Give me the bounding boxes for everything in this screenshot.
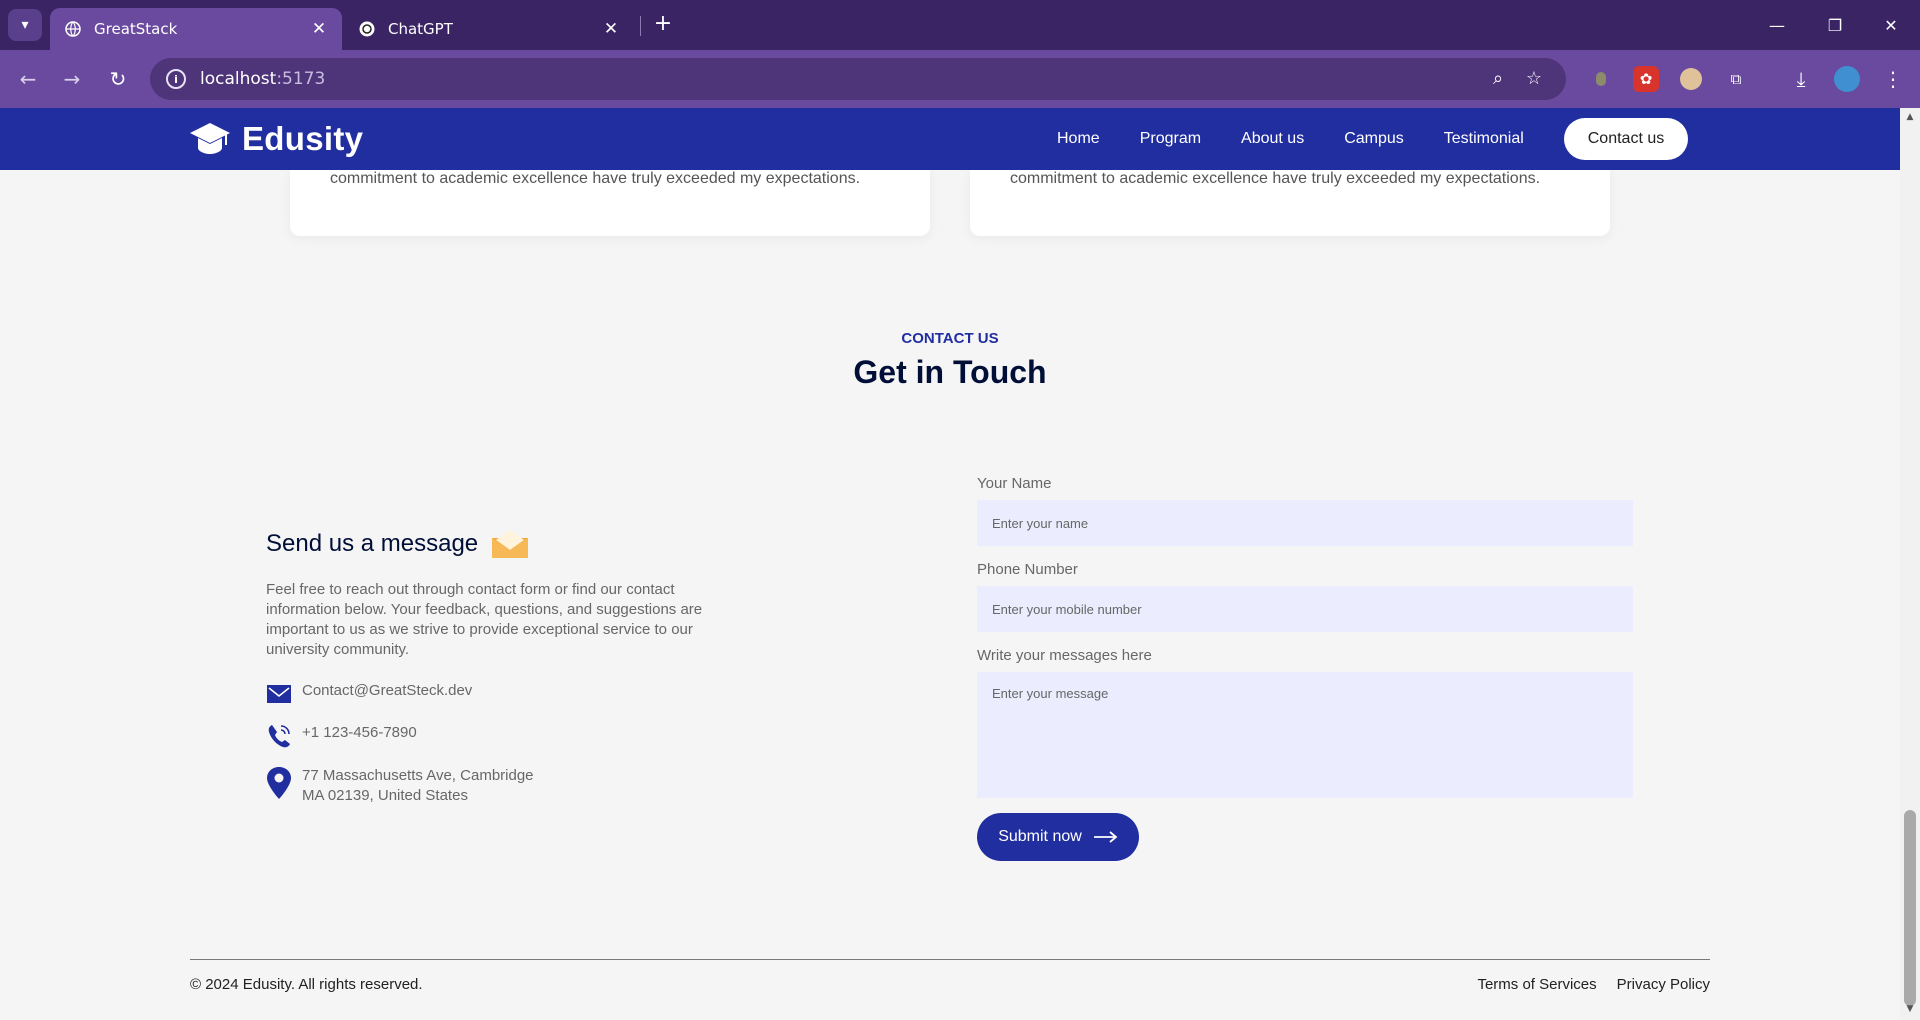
address-line-1: 77 Massachusetts Ave, Cambridge bbox=[302, 767, 534, 784]
tab-divider bbox=[640, 16, 641, 36]
arrow-right-icon bbox=[1093, 831, 1118, 843]
message-textarea[interactable] bbox=[977, 672, 1633, 798]
copyright-text: © 2024 Edusity. All rights reserved. bbox=[190, 976, 423, 993]
phone-input[interactable] bbox=[977, 586, 1633, 632]
extension-red-icon[interactable]: ✿ bbox=[1633, 66, 1659, 92]
contact-email: Contact@GreatSteck.dev bbox=[302, 682, 473, 699]
footer-divider bbox=[190, 959, 1710, 960]
forward-icon[interactable]: → bbox=[58, 65, 86, 93]
site-info-icon[interactable]: i bbox=[166, 69, 186, 89]
back-icon[interactable]: ← bbox=[14, 65, 42, 93]
name-input[interactable] bbox=[977, 500, 1633, 546]
address-line-2: MA 02139, United States bbox=[302, 787, 468, 804]
chatgpt-icon bbox=[358, 20, 376, 38]
page-viewport: commitment to academic excellence have t… bbox=[0, 108, 1900, 1020]
testimonial-text: commitment to academic excellence have t… bbox=[330, 170, 861, 187]
graduation-cap-icon bbox=[190, 123, 230, 154]
privacy-link[interactable]: Privacy Policy bbox=[1617, 976, 1710, 993]
message-label: Write your messages here bbox=[977, 647, 1152, 664]
footer-links: Terms of Services Privacy Policy bbox=[1457, 976, 1710, 993]
logo-text: Edusity bbox=[242, 120, 364, 157]
location-pin-icon bbox=[267, 767, 291, 799]
browser-toolbar: ← → ↻ i localhost:5173 ⌕ ☆ bbox=[0, 50, 1920, 108]
url-port: :5173 bbox=[276, 69, 326, 89]
nav-links: Home Program About us Campus Testimonial bbox=[1017, 108, 1524, 170]
testimonial-text: commitment to academic excellence have t… bbox=[1010, 170, 1541, 187]
address-bar[interactable]: i localhost:5173 ⌕ ☆ bbox=[150, 58, 1566, 100]
tab-greatstack[interactable]: GreatStack ✕ bbox=[50, 8, 342, 50]
tab-title: ChatGPT bbox=[388, 20, 453, 38]
nav-about[interactable]: About us bbox=[1241, 130, 1304, 148]
site-logo[interactable]: Edusity bbox=[190, 120, 363, 158]
extensions-puzzle-icon[interactable]: ⧉ bbox=[1723, 66, 1749, 92]
scroll-up-arrow[interactable]: ▲ bbox=[1904, 112, 1916, 122]
download-icon[interactable]: ⤓ bbox=[1788, 66, 1814, 92]
tab-chatgpt[interactable]: ChatGPT ✕ bbox=[344, 8, 634, 50]
testimonial-card: commitment to academic excellence have t… bbox=[290, 170, 930, 236]
tab-search-button[interactable]: ▾ bbox=[8, 9, 42, 41]
restore-button[interactable]: ❐ bbox=[1806, 0, 1864, 50]
profile-avatar[interactable] bbox=[1834, 66, 1860, 92]
new-tab-button[interactable]: + bbox=[650, 11, 676, 37]
globe-icon bbox=[64, 20, 82, 38]
send-message-heading: Send us a message bbox=[266, 528, 530, 560]
contact-address-row: 77 Massachusetts Ave, Cambridge MA 02139… bbox=[266, 766, 534, 806]
contact-phone: +1 123-456-7890 bbox=[302, 724, 417, 741]
minimize-button[interactable]: — bbox=[1748, 0, 1806, 50]
tab-title: GreatStack bbox=[94, 20, 178, 38]
submit-button[interactable]: Submit now bbox=[977, 813, 1139, 861]
envelope-icon bbox=[492, 530, 529, 558]
extension-glasses-icon[interactable] bbox=[1678, 66, 1704, 92]
browser-menu-icon[interactable]: ⋮ bbox=[1880, 66, 1906, 92]
extension-dot-icon[interactable] bbox=[1588, 66, 1614, 92]
close-tab-icon[interactable]: ✕ bbox=[602, 19, 620, 39]
section-title: Get in Touch bbox=[853, 354, 1047, 390]
nav-program[interactable]: Program bbox=[1140, 130, 1201, 148]
contact-description: Feel free to reach out through contact f… bbox=[266, 581, 703, 658]
contact-email-row: Contact@GreatSteck.dev bbox=[266, 681, 472, 707]
browser-tab-bar: ▾ GreatStack ✕ ChatGPT ✕ + — ❐ ✕ bbox=[0, 0, 1920, 50]
submit-label: Submit now bbox=[998, 828, 1082, 845]
contact-phone-row: +1 123-456-7890 bbox=[266, 723, 417, 749]
reload-icon[interactable]: ↻ bbox=[104, 65, 132, 93]
name-label: Your Name bbox=[977, 475, 1052, 492]
mail-icon bbox=[267, 685, 291, 703]
site-navbar: Edusity Home Program About us Campus Tes… bbox=[0, 108, 1900, 170]
scroll-down-arrow[interactable]: ▼ bbox=[1904, 1004, 1916, 1014]
terms-link[interactable]: Terms of Services bbox=[1477, 976, 1596, 993]
nav-campus[interactable]: Campus bbox=[1344, 130, 1404, 148]
nav-home[interactable]: Home bbox=[1057, 130, 1100, 148]
phone-icon bbox=[268, 725, 290, 748]
url-host: localhost bbox=[200, 69, 277, 89]
testimonial-card: commitment to academic excellence have t… bbox=[970, 170, 1610, 236]
send-message-text: Send us a message bbox=[266, 530, 479, 557]
phone-label: Phone Number bbox=[977, 561, 1078, 578]
page-scrollbar[interactable]: ▲ ▼ bbox=[1900, 108, 1920, 1020]
close-tab-icon[interactable]: ✕ bbox=[310, 19, 328, 39]
close-window-button[interactable]: ✕ bbox=[1862, 0, 1920, 50]
nav-testimonial[interactable]: Testimonial bbox=[1444, 130, 1524, 148]
scrollbar-thumb[interactable] bbox=[1904, 810, 1916, 1006]
bookmark-star-icon[interactable]: ☆ bbox=[1522, 67, 1546, 91]
section-subtitle: CONTACT US bbox=[901, 330, 999, 347]
contact-us-button[interactable]: Contact us bbox=[1564, 118, 1688, 160]
zoom-icon[interactable]: ⌕ bbox=[1486, 67, 1510, 91]
